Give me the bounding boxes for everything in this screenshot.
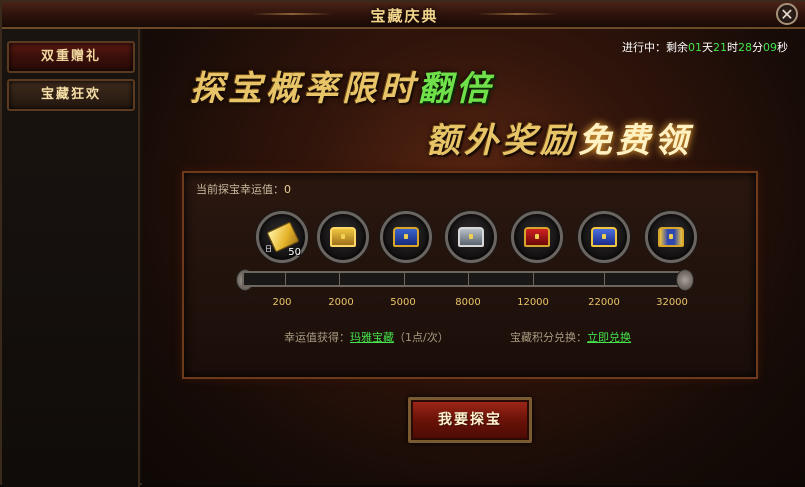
- sidebar-item-label: 宝藏狂欢: [40, 87, 101, 102]
- threshold-label: 200: [272, 297, 292, 308]
- threshold-label: 8000: [455, 297, 481, 308]
- timer-hours-unit: 时: [727, 41, 738, 54]
- sidebar-item-treasure-carnival[interactable]: 宝藏狂欢: [7, 79, 135, 111]
- luck-gain-label: 幸运值获得：: [284, 331, 350, 344]
- reward-slot-2[interactable]: [317, 211, 369, 263]
- main-content: 进行中：剩余01天21时28分09秒 探宝概率限时翻倍 额外奖励免费领 当前探宝…: [142, 29, 805, 485]
- banner-line-2-highlight: 免费领: [578, 121, 692, 161]
- reward-panel: 当前探宝幸运值：0 日 50 200 2000 5000 8000 12000 …: [182, 171, 758, 379]
- timer-minutes: 28: [738, 41, 752, 54]
- close-button[interactable]: ✕: [776, 3, 798, 25]
- timer-hours: 21: [713, 41, 727, 54]
- reward-tag: 日: [265, 245, 272, 253]
- luck-value: 0: [284, 183, 291, 196]
- threshold-label: 32000: [656, 297, 688, 308]
- red-chest-icon: [524, 227, 550, 247]
- close-icon: ✕: [780, 5, 794, 24]
- points-exchange-info: 宝藏积分兑换：立即兑换: [510, 329, 631, 345]
- progress-divider: [339, 273, 340, 285]
- silver-chest-icon: [458, 227, 484, 247]
- threshold-label: 2000: [328, 297, 354, 308]
- sidebar: 双重赠礼 宝藏狂欢: [2, 29, 140, 487]
- banner-line-1: 探宝概率限时翻倍: [190, 61, 494, 110]
- reward-slot-7[interactable]: [645, 211, 697, 263]
- progress-divider: [533, 273, 534, 285]
- exchange-now-link[interactable]: 立即兑换: [587, 331, 631, 344]
- progress-cap-right: [676, 269, 694, 291]
- threshold-label: 12000: [517, 297, 549, 308]
- title-bar: 宝藏庆典 ✕: [2, 2, 805, 29]
- banner-line-2: 额外奖励免费领: [426, 113, 692, 162]
- reward-count: 50: [288, 247, 301, 258]
- luck-progress-bar: [242, 271, 684, 287]
- timer-prefix: 进行中：剩余: [622, 41, 688, 54]
- luck-label-text: 当前探宝幸运值：: [196, 183, 284, 196]
- window-title: 宝藏庆典: [370, 7, 439, 25]
- royal-chest-icon: [658, 227, 684, 247]
- progress-divider: [468, 273, 469, 285]
- reward-slot-6[interactable]: [578, 211, 630, 263]
- title-decoration-right: [477, 13, 557, 15]
- luck-gain-note: （1点/次）: [394, 331, 449, 344]
- progress-divider: [285, 273, 286, 285]
- banner-line-2-text: 额外奖励: [426, 121, 578, 161]
- timer-seconds-unit: 秒: [777, 41, 788, 54]
- event-window: 宝藏庆典 ✕ 双重赠礼 宝藏狂欢 进行中：剩余01天21时28分09秒 探宝概率…: [0, 0, 805, 487]
- event-timer: 进行中：剩余01天21时28分09秒: [622, 39, 788, 55]
- luck-value-label: 当前探宝幸运值：0: [196, 181, 291, 197]
- reward-slot-3[interactable]: [380, 211, 432, 263]
- timer-days: 01: [688, 41, 702, 54]
- sidebar-item-label: 双重赠礼: [40, 49, 101, 64]
- exchange-label: 宝藏积分兑换：: [510, 331, 587, 344]
- timer-seconds: 09: [763, 41, 777, 54]
- timer-minutes-unit: 分: [752, 41, 763, 54]
- progress-divider: [404, 273, 405, 285]
- reward-slot-1[interactable]: 日 50: [256, 211, 308, 263]
- gold-chest-icon: [330, 227, 356, 247]
- luck-gain-info: 幸运值获得：玛雅宝藏（1点/次）: [284, 329, 449, 345]
- maya-treasure-link[interactable]: 玛雅宝藏: [350, 331, 394, 344]
- sidebar-item-double-gift[interactable]: 双重赠礼: [7, 41, 135, 73]
- blue-gold-chest-icon: [591, 227, 617, 247]
- start-treasure-hunt-button[interactable]: 我要探宝: [408, 397, 532, 443]
- threshold-label: 22000: [588, 297, 620, 308]
- reward-slot-4[interactable]: [445, 211, 497, 263]
- timer-days-unit: 天: [702, 41, 713, 54]
- reward-slot-5[interactable]: [511, 211, 563, 263]
- banner-line-1-highlight: 翻倍: [418, 69, 494, 109]
- threshold-label: 5000: [390, 297, 416, 308]
- blue-chest-icon: [393, 227, 419, 247]
- banner-line-1-text: 探宝概率限时: [190, 69, 418, 109]
- progress-divider: [604, 273, 605, 285]
